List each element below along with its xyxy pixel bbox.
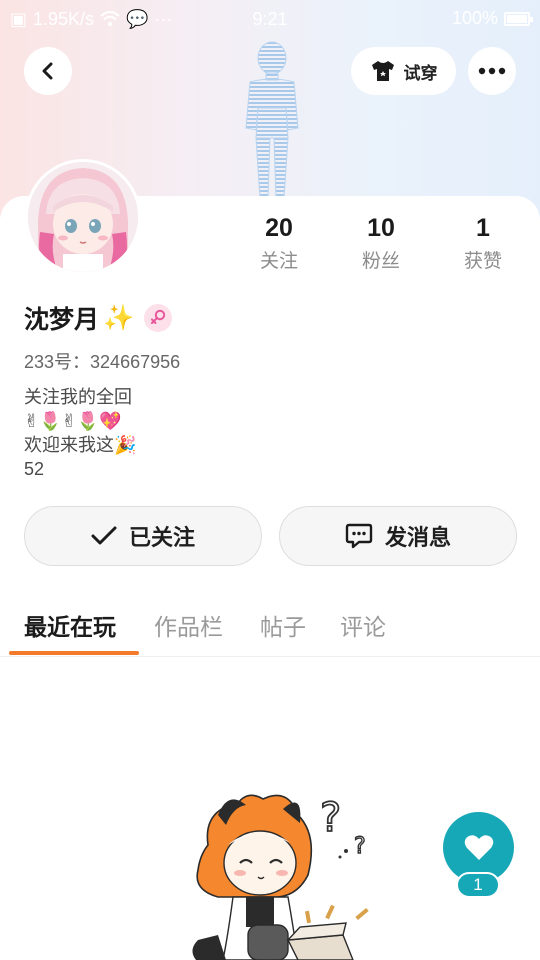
more-dots-icon bbox=[478, 67, 506, 75]
battery-percent: 100% bbox=[451, 8, 498, 28]
user-id: 233号：324667956 bbox=[24, 352, 181, 372]
avatar-illustration bbox=[28, 162, 138, 272]
stat-value: 1 bbox=[476, 214, 490, 242]
name-row: 沈梦月 ✨ bbox=[24, 300, 173, 336]
stat-following[interactable]: 20 关注 bbox=[239, 212, 319, 273]
stat-label: 粉丝 bbox=[361, 251, 400, 272]
tab-works[interactable]: 作品栏 bbox=[154, 608, 223, 642]
status-right: 100% bbox=[451, 8, 533, 29]
user-name: 沈梦月 bbox=[24, 306, 100, 334]
stat-label: 获赞 bbox=[463, 251, 502, 272]
try-on-label: 试穿 bbox=[403, 63, 438, 83]
status-bar: ▣ 1.95K/s 💬 ··· 9:21 100% bbox=[0, 0, 540, 38]
try-on-button[interactable]: 试穿 bbox=[351, 47, 456, 95]
tab-posts[interactable]: 帖子 bbox=[260, 608, 306, 642]
female-symbol-icon bbox=[151, 309, 166, 324]
bio-line: 52 bbox=[24, 459, 45, 479]
avatar-hologram-figure bbox=[245, 41, 299, 199]
following-button[interactable]: 已关注 bbox=[24, 506, 262, 566]
tab-comments[interactable]: 评论 bbox=[340, 608, 386, 642]
female-badge bbox=[144, 304, 173, 332]
back-arrow-icon bbox=[42, 62, 53, 80]
battery-icon bbox=[504, 11, 533, 26]
stat-followers[interactable]: 10 粉丝 bbox=[341, 212, 421, 273]
like-count-badge: 1 bbox=[456, 872, 500, 898]
tab-active-indicator bbox=[9, 651, 139, 655]
message-label: 发消息 bbox=[384, 525, 451, 550]
stat-value: 10 bbox=[367, 214, 395, 242]
heart-icon bbox=[464, 835, 493, 860]
bio-line: 关注我的全回 bbox=[24, 387, 132, 407]
tshirt-icon bbox=[371, 61, 394, 81]
stat-value: 20 bbox=[265, 214, 293, 242]
sparkle-icon: ✨ bbox=[103, 303, 135, 332]
more-button[interactable] bbox=[468, 47, 516, 95]
checkmark-icon bbox=[91, 526, 117, 545]
following-label: 已关注 bbox=[128, 525, 195, 550]
profile-tabs: 最近在玩 作品栏 帖子 评论 bbox=[0, 600, 540, 657]
chat-bubble-icon bbox=[345, 523, 373, 549]
stat-likes[interactable]: 1 获赞 bbox=[443, 212, 523, 273]
bio-line: 欢迎来我这🎉 bbox=[24, 435, 137, 455]
svg-text:?: ? bbox=[320, 795, 341, 841]
message-button[interactable]: 发消息 bbox=[279, 506, 517, 566]
bio-line: ✌🌷✌🌷💖 bbox=[24, 411, 122, 431]
battery-fill bbox=[507, 14, 527, 23]
svg-text:?: ? bbox=[354, 834, 366, 859]
tab-recently-played[interactable]: 最近在玩 bbox=[24, 608, 116, 642]
stat-label: 关注 bbox=[259, 251, 298, 272]
avatar[interactable] bbox=[25, 159, 141, 275]
back-button[interactable] bbox=[24, 47, 72, 95]
mascot-empty-state-illustration: ? ? bbox=[192, 794, 369, 960]
bio: 关注我的全回 ✌🌷✌🌷💖 欢迎来我这🎉 52 bbox=[24, 385, 136, 481]
